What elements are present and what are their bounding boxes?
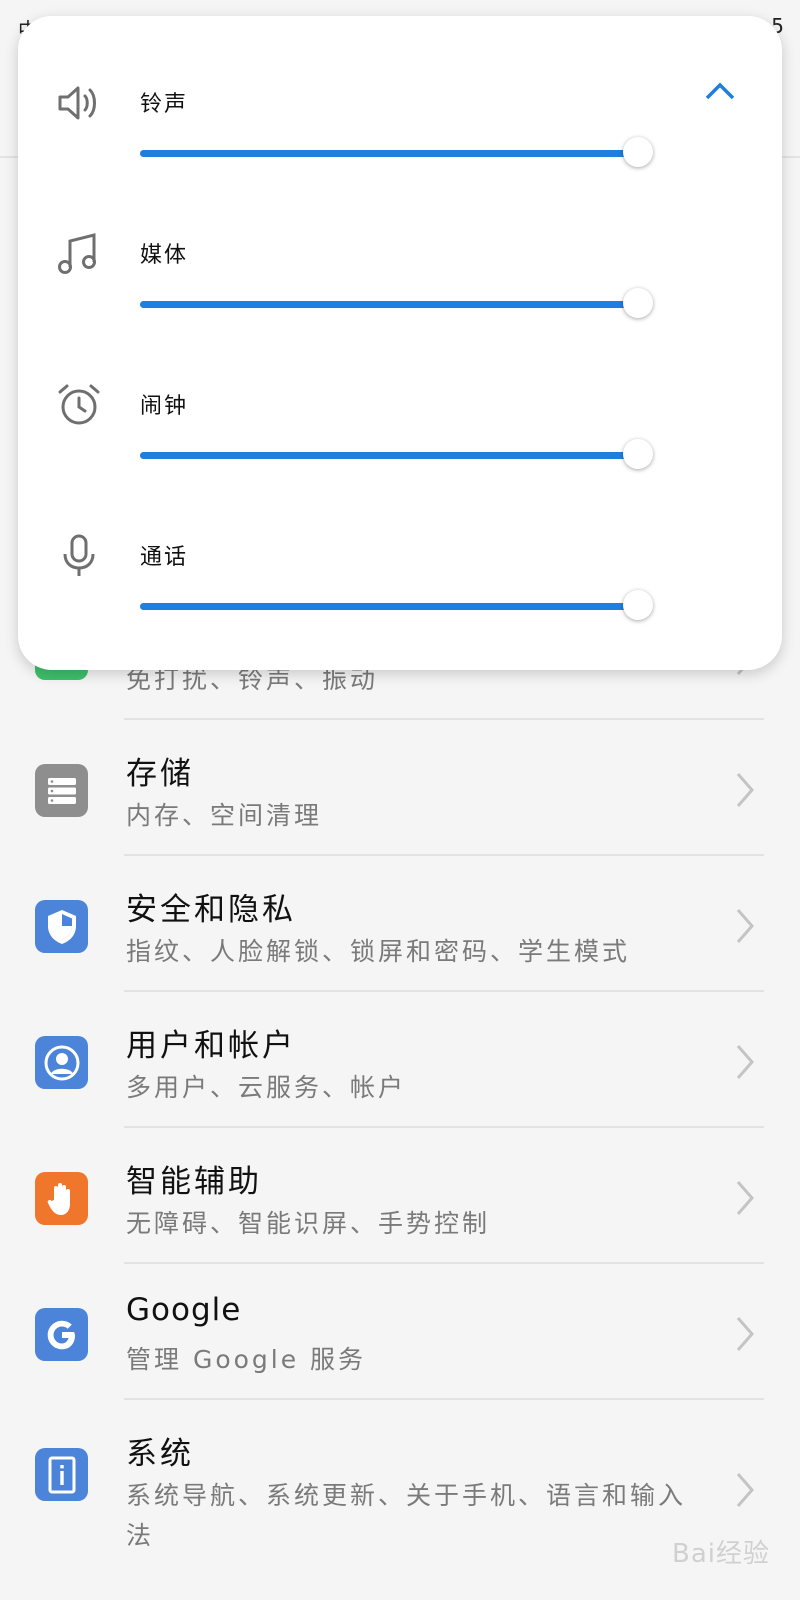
volume-label: 铃声: [140, 92, 189, 117]
hand-icon: [35, 1172, 88, 1225]
shield-icon: [35, 900, 88, 953]
settings-item-storage[interactable]: 存储 内存、空间清理: [0, 720, 800, 856]
volume-row-ringtone: 铃声: [18, 32, 782, 182]
volume-slider-fill: [140, 452, 638, 459]
volume-slider-thumb[interactable]: [623, 288, 653, 318]
volume-label: 通话: [140, 545, 189, 570]
settings-item-title: 智能辅助: [126, 1164, 262, 1200]
chevron-right-icon: [736, 1317, 754, 1351]
settings-item-title: 系统: [126, 1436, 194, 1472]
volume-row-alarm: 闹钟: [18, 334, 782, 484]
settings-item-subtitle: 多用户、云服务、帐户: [126, 1073, 407, 1102]
storage-icon: [35, 764, 88, 817]
music-note-icon: [58, 233, 96, 274]
volume-label: 闹钟: [140, 394, 189, 419]
google-icon: [35, 1308, 88, 1361]
settings-item-subtitle: 管理 Google 服务: [126, 1345, 367, 1374]
volume-slider-fill: [140, 150, 638, 157]
settings-list: 免打扰、铃声、振动 存储 内存、空间清理 安全和隐私 指纹、人脸解锁、锁屏和密码…: [0, 620, 800, 1576]
chevron-right-icon: [736, 1181, 754, 1215]
volume-slider-track[interactable]: [140, 439, 653, 469]
alarm-clock-icon: [58, 384, 100, 425]
chevron-right-icon: [736, 1045, 754, 1079]
settings-item-title: 存储: [126, 756, 194, 792]
settings-item-users[interactable]: 用户和帐户 多用户、云服务、帐户: [0, 992, 800, 1128]
settings-item-security[interactable]: 安全和隐私 指纹、人脸解锁、锁屏和密码、学生模式: [0, 856, 800, 992]
settings-item-subtitle: 内存、空间清理: [126, 801, 323, 830]
system-info-icon: [35, 1448, 88, 1501]
volume-panel: 铃声 媒体 闹钟 通话: [18, 16, 782, 670]
volume-slider-track[interactable]: [140, 137, 653, 167]
volume-row-media: 媒体: [18, 183, 782, 333]
volume-slider-thumb[interactable]: [623, 590, 653, 620]
volume-slider-track[interactable]: [140, 288, 653, 318]
watermark-logo: Bai经验: [672, 1539, 770, 1569]
volume-slider-thumb[interactable]: [623, 137, 653, 167]
volume-slider-fill: [140, 301, 638, 308]
user-icon: [35, 1036, 88, 1089]
chevron-right-icon: [736, 909, 754, 943]
volume-slider-fill: [140, 603, 638, 610]
microphone-icon: [63, 534, 95, 576]
volume-slider-thumb[interactable]: [623, 439, 653, 469]
settings-item-subtitle: 无障碍、智能识屏、手势控制: [126, 1209, 491, 1238]
settings-item-smart-assist[interactable]: 智能辅助 无障碍、智能识屏、手势控制: [0, 1128, 800, 1264]
volume-label: 媒体: [140, 243, 189, 268]
chevron-right-icon: [736, 773, 754, 807]
volume-row-call: 通话: [18, 485, 782, 635]
settings-item-title: Google: [126, 1292, 242, 1328]
settings-item-subtitle: 系统导航、系统更新、关于手机、语言和输入法: [126, 1481, 687, 1550]
settings-item-google[interactable]: Google 管理 Google 服务: [0, 1264, 800, 1400]
settings-item-subtitle: 指纹、人脸解锁、锁屏和密码、学生模式: [126, 937, 631, 966]
chevron-right-icon: [736, 1473, 754, 1507]
settings-item-title: 安全和隐私: [126, 892, 296, 928]
speaker-icon: [58, 86, 96, 120]
settings-item-title: 用户和帐户: [126, 1028, 296, 1064]
volume-slider-track[interactable]: [140, 590, 653, 620]
